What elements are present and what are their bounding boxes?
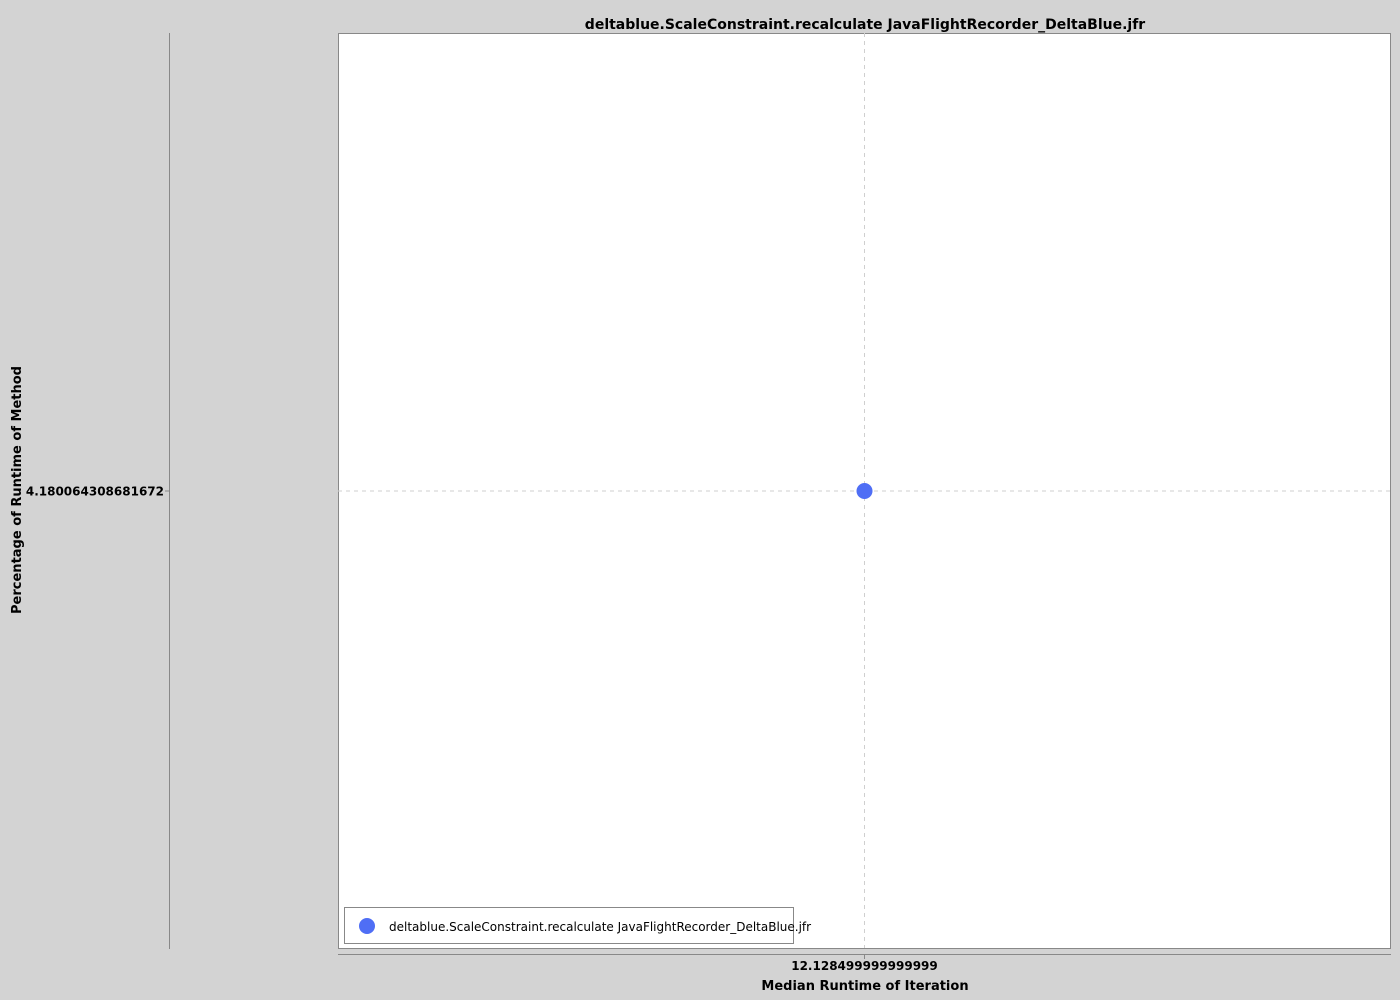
chart-title: deltablue.ScaleConstraint.recalculate Ja… [585,17,1145,33]
scatter-chart: 4.180064308681672 12.128499999999999 del… [0,0,1400,1000]
x-axis-label: Median Runtime of Iteration [761,979,968,994]
y-tick-label: 4.180064308681672 [26,485,164,499]
chart-canvas: 4.180064308681672 12.128499999999999 del… [10,17,1391,994]
legend: deltablue.ScaleConstraint.recalculate Ja… [344,907,811,944]
x-tick-label: 12.128499999999999 [791,959,938,973]
legend-marker [359,918,375,934]
data-point [856,483,873,499]
y-axis-label: Percentage of Runtime of Method [10,366,25,614]
legend-label: deltablue.ScaleConstraint.recalculate Ja… [389,920,811,934]
data-points [856,483,873,499]
